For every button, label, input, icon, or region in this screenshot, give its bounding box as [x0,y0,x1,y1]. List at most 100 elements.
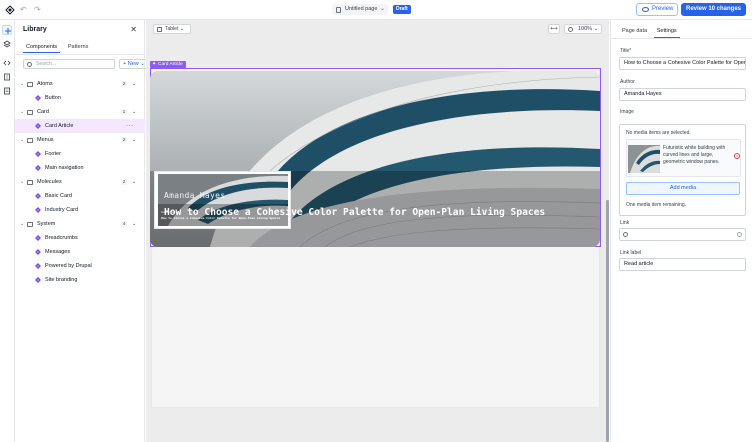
undo-icon[interactable]: ↶ [20,5,29,14]
component-icon [35,249,41,255]
add-icon[interactable] [2,25,12,35]
drupal-logo-icon[interactable] [5,5,15,15]
component-label: Button [45,95,61,101]
component-item-basic-card[interactable]: Basic Card [15,189,145,203]
media-note: No media items are selected. [626,130,691,136]
tab-page-data[interactable]: Page data [619,25,650,37]
review-changes-button[interactable]: Review 10 changes [681,3,746,16]
group-molecules[interactable]: ⌄ Molecules 2 ⌄ [15,175,145,189]
link-label: Link [620,220,630,226]
zoom-icon [568,26,573,32]
panel-tabs: Page data Settings [619,25,682,38]
component-icon [35,263,41,269]
pages-icon[interactable] [2,86,12,96]
link-field[interactable] [619,228,746,241]
media-remaining: One media item remaining. [626,202,687,208]
settings-panel: Page data Settings Title* How to Choose … [610,20,752,442]
component-item-footer[interactable]: Footer [15,147,145,161]
tablet-icon [157,26,162,32]
link-status-icon [737,232,742,237]
chevron-down-icon: ⌄ [20,81,25,87]
redo-icon[interactable]: ↷ [34,5,43,14]
more-options-icon[interactable]: ··· [126,119,134,133]
component-icon [35,207,41,213]
page-selector[interactable]: Untitled page ⌄ [332,4,388,15]
group-label: Card [37,109,49,115]
chevron-down-icon[interactable]: ⌄ [132,133,136,147]
author-label: Author [620,79,635,85]
close-icon[interactable]: ✕ [130,25,137,34]
code-icon[interactable] [2,58,12,68]
author-field[interactable]: Amanda Hayes [619,88,746,101]
component-item-breadcrumbs[interactable]: Breadcrumbs [15,231,145,245]
component-item-industry-card[interactable]: Industry Card [15,203,145,217]
canvas-scrollbar[interactable] [606,200,609,442]
component-label: Industry Card [45,207,79,213]
component-icon [35,123,41,129]
component-item-powered-by-drupal[interactable]: Powered by Drupal [15,259,145,273]
media-thumbnail [628,145,660,173]
library-panel: Library ✕ Components Patterns Search... … [15,20,149,442]
chevron-down-icon[interactable]: ⌄ [132,105,136,119]
component-label: Basic Card [45,193,72,199]
chevron-down-icon[interactable]: ⌄ [132,77,136,91]
remove-media-icon[interactable]: × [734,153,740,159]
chevron-down-icon: ⌄ [20,137,25,143]
group-menus[interactable]: ⌄ Menus 2 ⌄ [15,133,145,147]
folder-icon [27,138,33,143]
link-label-field[interactable]: Read article [619,258,746,271]
zoom-label: 100% [578,26,593,32]
draft-badge: Draft [393,5,411,14]
media-item[interactable]: Futuristic white building with curved li… [626,139,741,177]
component-icon: ✦ [152,61,157,67]
title-field[interactable]: How to Choose a Cohesive Color Palette f… [619,57,746,70]
library-icon[interactable] [2,72,12,82]
group-label: Menus [37,137,54,143]
chevron-down-icon: ⌄ [20,179,25,185]
layers-icon[interactable] [2,39,12,49]
preview-canvas[interactable]: Tablet ⌄ ⟷ 100% ⌄ ✦ Card Article Amanda … [146,20,609,442]
component-icon [35,235,41,241]
component-item-card-article[interactable]: Card Article ··· [15,119,145,133]
group-atoms[interactable]: ⌄ Atoms 2 ⌄ [15,77,145,91]
fit-width-icon[interactable]: ⟷ [548,24,560,34]
tab-settings[interactable]: Settings [653,25,680,38]
library-tabs: Components Patterns [23,42,94,54]
library-search-input[interactable]: Search... [23,59,115,69]
tab-components[interactable]: Components [23,42,61,53]
card-thumbnail: Amanda Hayes How to Choose a Cohesive Co… [154,171,291,229]
link-label-label: Link label [620,250,642,256]
add-media-button[interactable]: Add media [626,182,740,195]
selection-tag[interactable]: ✦ Card Article [150,61,186,68]
folder-icon [27,180,33,185]
zoom-selector[interactable]: 100% ⌄ [564,24,602,34]
component-item-main-navigation[interactable]: Main navigation [15,161,145,175]
component-icon [35,277,41,283]
group-card[interactable]: ⌄ Card 1 ⌄ [15,105,145,119]
tab-patterns[interactable]: Patterns [65,42,91,52]
component-item-site-branding[interactable]: Site branding [15,273,145,287]
new-button[interactable]: + New ⌄ [119,59,149,69]
chevron-down-icon[interactable]: ⌄ [132,217,136,231]
chevron-down-icon[interactable]: ⌄ [132,175,136,189]
page-name: Untitled page [345,6,378,12]
group-system[interactable]: ⌄ System 4 ⌄ [15,217,145,231]
group-label: System [37,221,56,227]
folder-icon [27,222,33,227]
component-item-messages[interactable]: Messages [15,245,145,259]
group-count: 2 [121,179,127,185]
preview-button[interactable]: Preview [636,3,678,16]
component-label: Footer [45,151,61,157]
panel-tabs-divider [611,38,752,39]
component-icon [35,193,41,199]
component-item-button[interactable]: Button [15,91,145,105]
group-label: Molecules [37,179,62,185]
viewport-selector[interactable]: Tablet ⌄ [153,24,191,34]
card-article-image[interactable]: Amanda Hayes How to Choose a Cohesive Co… [150,71,600,247]
chevron-down-icon: ⌄ [379,6,385,12]
search-icon [623,232,628,237]
component-label: Messages [45,249,71,255]
component-icon [35,151,41,157]
eye-icon [642,7,649,12]
group-count: 4 [121,221,127,227]
